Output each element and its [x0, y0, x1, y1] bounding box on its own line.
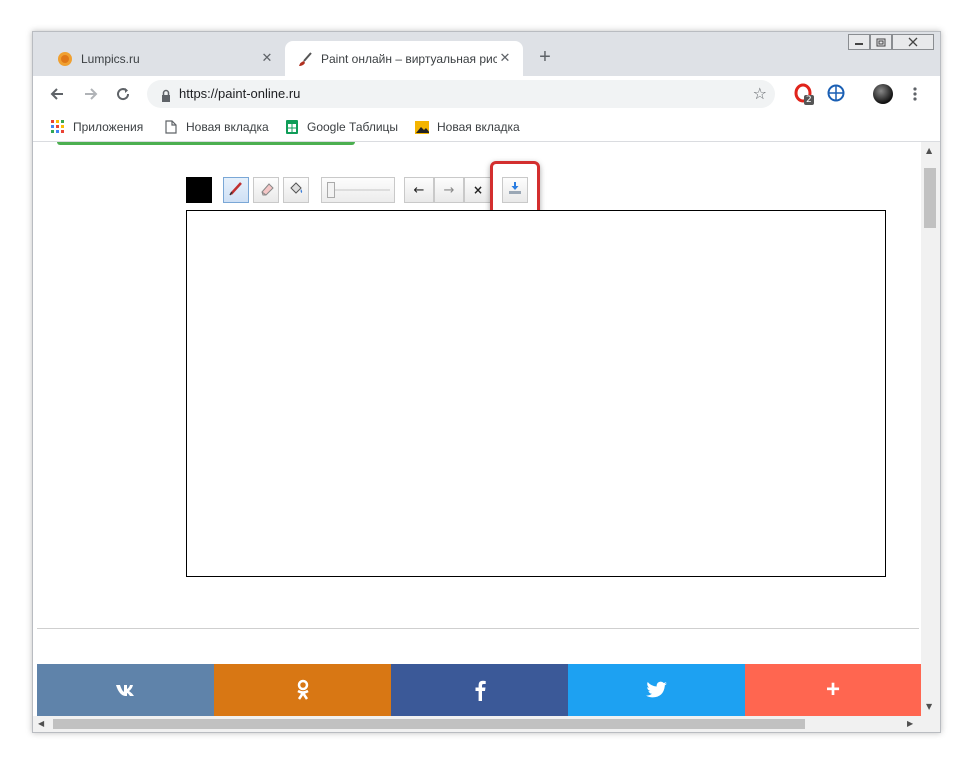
bookmark-apps[interactable]: Приложения [51, 118, 143, 136]
undo-button[interactable]: ← [404, 177, 434, 203]
browser-toolbar: https://paint-online.ru ☆ 2 [33, 76, 940, 112]
paint-brush-icon [297, 51, 313, 67]
profile-avatar[interactable] [873, 84, 893, 104]
back-button[interactable] [45, 82, 69, 106]
menu-kebab-icon[interactable] [909, 85, 921, 103]
close-icon[interactable]: ✕ [259, 51, 275, 67]
redo-arrow-icon: → [443, 182, 455, 198]
scroll-left-arrow-icon[interactable]: ◀ [38, 719, 44, 728]
loading-bar [57, 142, 355, 145]
vertical-scrollbar[interactable]: ▲ ▼ [921, 142, 940, 716]
apps-grid-icon [51, 120, 65, 134]
tab-paint-online[interactable]: Paint онлайн – виртуальная рис ✕ [285, 41, 523, 76]
plus-icon: + [825, 676, 840, 703]
forward-button[interactable] [79, 82, 103, 106]
lumpics-orange-icon [57, 51, 73, 67]
share-ok-button[interactable] [214, 664, 391, 716]
scroll-right-arrow-icon[interactable]: ▶ [907, 719, 913, 728]
opera-extension-icon[interactable]: 2 [793, 83, 817, 107]
vpn-extension-icon[interactable] [827, 84, 847, 104]
arrow-left-icon [50, 88, 63, 100]
close-icon[interactable]: ✕ [497, 51, 513, 67]
share-more-button[interactable]: + [745, 664, 921, 716]
tab-lumpics[interactable]: Lumpics.ru ✕ [45, 41, 285, 76]
page-icon [164, 120, 178, 134]
share-twitter-button[interactable] [568, 664, 745, 716]
clear-button[interactable]: × [464, 177, 492, 203]
eraser-icon [258, 180, 274, 200]
pencil-icon [228, 180, 244, 200]
undo-arrow-icon: ← [413, 182, 425, 198]
page-viewport: ← → × + ▲ ▼ ◀ ▶ [33, 142, 940, 732]
scroll-up-arrow-icon[interactable]: ▲ [926, 146, 932, 155]
scroll-down-arrow-icon[interactable]: ▼ [926, 702, 932, 711]
url-text[interactable]: https://paint-online.ru [179, 86, 300, 101]
fill-tool-button[interactable] [283, 177, 309, 203]
bookmark-new-tab-2[interactable]: Новая вкладка [415, 118, 520, 136]
tab-title: Paint онлайн – виртуальная рис [321, 51, 497, 66]
bookmark-label: Новая вкладка [437, 120, 520, 134]
facebook-icon [475, 680, 486, 701]
reload-icon [117, 88, 130, 101]
arrow-right-icon [85, 88, 98, 100]
slider-track [330, 189, 390, 191]
minimize-button[interactable] [848, 34, 870, 50]
redo-button[interactable]: → [434, 177, 464, 203]
bookmark-star-icon[interactable]: ☆ [753, 84, 767, 103]
sheets-icon [285, 120, 299, 134]
bookmark-new-tab-1[interactable]: Новая вкладка [164, 118, 269, 136]
horizontal-scroll-thumb[interactable] [53, 719, 805, 729]
extension-badge: 2 [804, 95, 814, 105]
new-tab-button[interactable]: + [534, 46, 556, 68]
odnoklassniki-icon [296, 679, 309, 700]
tab-title: Lumpics.ru [81, 51, 140, 66]
bookmark-label: Google Таблицы [307, 120, 399, 134]
address-bar[interactable]: https://paint-online.ru ☆ [147, 80, 775, 108]
brush-size-slider[interactable] [321, 177, 395, 203]
slider-knob[interactable] [327, 182, 335, 198]
twitter-icon [645, 681, 667, 698]
share-facebook-button[interactable] [391, 664, 568, 716]
vk-icon [115, 685, 134, 696]
eraser-tool-button[interactable] [253, 177, 279, 203]
restore-button[interactable] [870, 34, 892, 50]
image-icon [415, 120, 429, 134]
horizontal-scrollbar[interactable]: ◀ ▶ [33, 716, 940, 732]
browser-window: Lumpics.ru ✕ Paint онлайн – виртуальная … [32, 31, 941, 733]
bookmark-label: Новая вкладка [186, 120, 269, 134]
share-vk-button[interactable] [37, 664, 214, 716]
bookmark-label: Приложения [73, 120, 144, 134]
pencil-tool-button[interactable] [223, 177, 249, 203]
tab-strip: Lumpics.ru ✕ Paint онлайн – виртуальная … [33, 32, 940, 76]
lock-icon [161, 87, 171, 106]
clear-icon: × [472, 183, 484, 197]
paint-bucket-icon [288, 180, 304, 200]
divider [37, 628, 919, 629]
bookmarks-bar: Приложения Новая вкладка Google Таблицы … [33, 112, 940, 142]
reload-button[interactable] [111, 82, 135, 106]
highlight-frame [490, 161, 540, 217]
vertical-scroll-thumb[interactable] [924, 168, 936, 228]
drawing-canvas[interactable] [186, 210, 886, 577]
bookmark-google-sheets[interactable]: Google Таблицы [285, 118, 398, 136]
close-window-button[interactable] [892, 34, 934, 50]
share-bar: + [37, 664, 921, 716]
color-picker[interactable] [186, 177, 212, 203]
